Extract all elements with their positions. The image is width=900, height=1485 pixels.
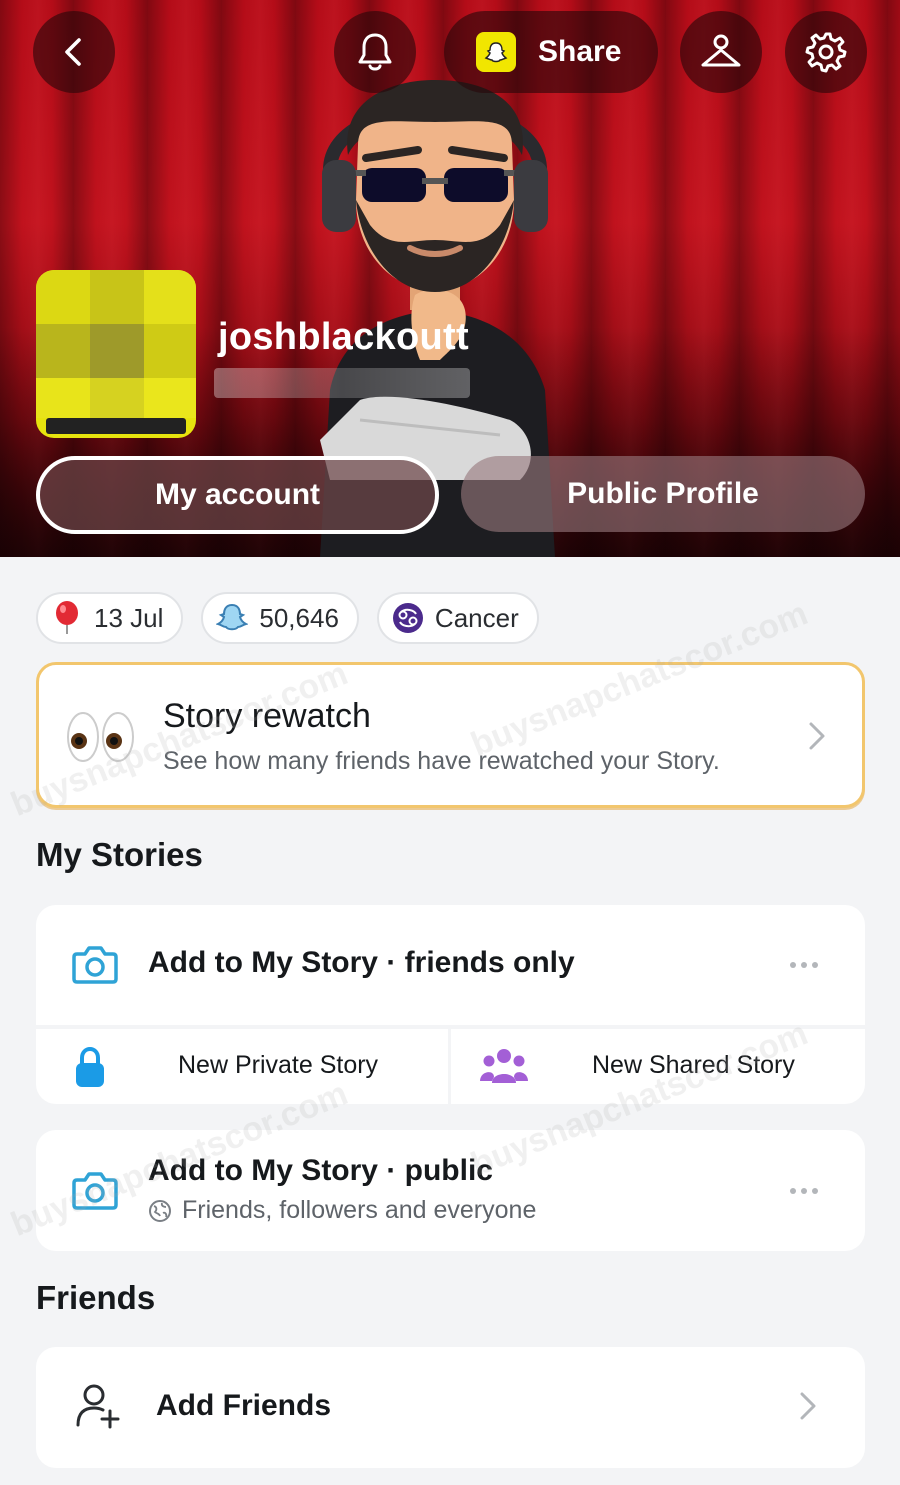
new-private-story-button[interactable]: New Private Story <box>36 1029 448 1104</box>
friends-heading: Friends <box>36 1279 156 1316</box>
story-rewatch-card[interactable]: Story rewatch See how many friends have … <box>36 662 865 808</box>
profile-snapcode[interactable] <box>36 270 196 438</box>
add-story-public-card[interactable]: Add to My Story · public Friends, follow… <box>36 1130 865 1251</box>
add-story-friends-only-label: Add to My Story · friends only <box>148 946 575 979</box>
new-private-story-label: New Private Story <box>178 1051 379 1079</box>
outfit-button[interactable] <box>680 11 762 93</box>
add-story-public-label: Add to My Story · public <box>148 1154 493 1187</box>
gear-icon <box>805 32 847 73</box>
notifications-button[interactable] <box>334 11 416 93</box>
profile-chips: 13 Jul 50,646 Cancer <box>36 592 539 644</box>
new-shared-story-label: New Shared Story <box>592 1051 795 1079</box>
snapcode-icon <box>476 32 516 72</box>
settings-button[interactable] <box>785 11 867 93</box>
chevron-right-icon <box>809 722 825 750</box>
snap-score-chip[interactable]: 50,646 <box>201 592 359 644</box>
back-button[interactable] <box>33 11 115 93</box>
redacted-display-name <box>214 368 470 398</box>
story-rewatch-title: Story rewatch <box>163 697 371 735</box>
new-shared-story-button[interactable]: New Shared Story <box>451 1029 865 1104</box>
add-friends-row[interactable]: Add Friends <box>36 1347 865 1468</box>
share-label: Share <box>538 35 622 68</box>
camera-icon <box>72 946 118 984</box>
zodiac-chip[interactable]: Cancer <box>376 592 539 644</box>
bell-icon <box>358 33 392 71</box>
add-friend-icon <box>76 1384 120 1429</box>
ghost-score-icon <box>215 601 249 635</box>
snap-score-label: 50,646 <box>259 602 339 633</box>
camera-icon <box>72 1172 118 1210</box>
more-options-icon[interactable] <box>789 1187 819 1195</box>
globe-icon <box>149 1199 171 1222</box>
cancer-zodiac-icon <box>391 601 425 635</box>
more-options-icon[interactable] <box>789 961 819 969</box>
lock-icon <box>76 1046 104 1087</box>
eyes-icon <box>67 712 134 762</box>
username: joshblackoutt <box>218 316 469 358</box>
add-friends-label: Add Friends <box>156 1389 332 1422</box>
add-story-public-subtitle: Friends, followers and everyone <box>148 1196 536 1225</box>
balloon-icon <box>50 601 84 635</box>
add-story-public-subtitle-text: Friends, followers and everyone <box>182 1196 537 1224</box>
my-stories-heading: My Stories <box>36 836 203 873</box>
my-account-button[interactable]: My account <box>36 456 439 534</box>
birthday-chip[interactable]: 13 Jul <box>36 592 184 644</box>
group-icon <box>480 1049 528 1083</box>
my-stories-card: Add to My Story · friends only New Priva… <box>36 905 865 1104</box>
profile-header: Share joshblackoutt My account Public Pr… <box>0 0 900 557</box>
share-button[interactable]: Share <box>444 11 658 93</box>
zodiac-label: Cancer <box>434 602 519 633</box>
story-rewatch-description: See how many friends have rewatched your… <box>163 747 720 775</box>
chevron-left-icon <box>65 38 81 66</box>
chevron-right-icon <box>800 1392 816 1420</box>
add-story-friends-only-row[interactable]: Add to My Story · friends only <box>36 905 865 1025</box>
hanger-icon <box>701 34 741 67</box>
public-profile-button[interactable]: Public Profile <box>461 456 865 532</box>
birthday-label: 13 Jul <box>94 602 164 633</box>
